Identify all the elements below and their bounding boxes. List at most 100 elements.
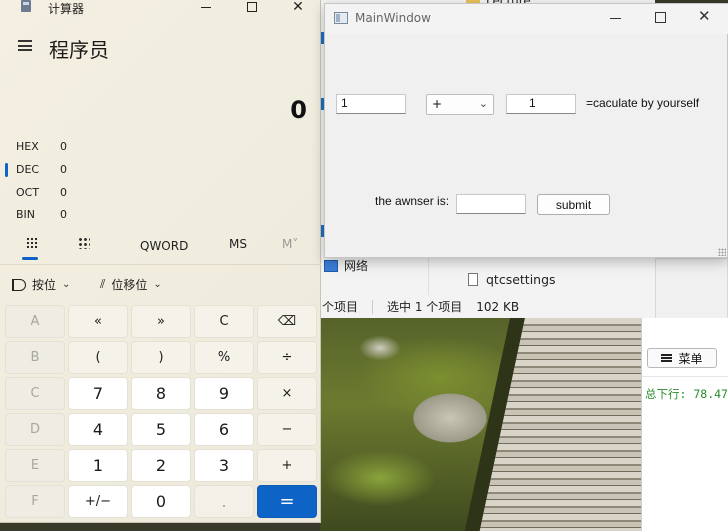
- logic-gate-icon: [12, 278, 26, 291]
- status-item-count: 个项目: [322, 300, 359, 314]
- calculator-titlebar[interactable]: 计算器 ✕: [0, 0, 321, 16]
- maximize-icon: [247, 2, 257, 12]
- answer-label: the awnser is:: [375, 194, 450, 208]
- key-0[interactable]: 0: [131, 485, 191, 518]
- key-hex-c[interactable]: C: [5, 377, 65, 410]
- operator-select[interactable]: + ⌄: [426, 94, 494, 115]
- menu-button-label: 菜单: [678, 351, 703, 366]
- bitshift-dropdown[interactable]: ⫽ 位移位 ⌄: [100, 276, 162, 293]
- resize-grip[interactable]: [718, 248, 726, 256]
- active-tab-indicator: [22, 257, 38, 260]
- key-backspace[interactable]: ⌫: [257, 305, 317, 338]
- bitshift-icon: ⫽: [100, 277, 106, 291]
- memory-store-button[interactable]: MS: [229, 237, 247, 251]
- key-hex-b[interactable]: B: [5, 341, 65, 374]
- radix-value: 0: [60, 208, 67, 221]
- minimize-icon: [201, 6, 211, 8]
- key-close-paren[interactable]: ): [131, 341, 191, 374]
- key-equals[interactable]: =: [257, 485, 317, 518]
- key-3[interactable]: 3: [194, 449, 254, 482]
- navigation-menu-icon[interactable]: [18, 40, 32, 51]
- radix-label: DEC: [16, 163, 40, 176]
- key-hex-e[interactable]: E: [5, 449, 65, 482]
- radix-dec[interactable]: DEC 0: [16, 163, 67, 179]
- chevron-down-icon: ⌄: [153, 279, 162, 290]
- radix-label: BIN: [16, 208, 36, 221]
- close-button[interactable]: ✕: [698, 7, 711, 25]
- bit-toggle-keypad-icon[interactable]: [78, 237, 90, 249]
- minimize-button[interactable]: [196, 0, 216, 14]
- calculator-keypad: A « » C ⌫ B ( ) % ÷ C 7 8 9 × D 4 5 6 − …: [5, 305, 318, 520]
- key-hex-a[interactable]: A: [5, 305, 65, 338]
- pane-divider[interactable]: [428, 258, 429, 298]
- bitwise-label: 按位: [32, 278, 57, 292]
- key-hex-f[interactable]: F: [5, 485, 65, 518]
- status-size: 102 KB: [476, 299, 520, 314]
- main-window: MainWindow ✕ 1 + ⌄ 1 =caculate by yourse…: [324, 3, 728, 258]
- key-1[interactable]: 1: [68, 449, 128, 482]
- key-hex-d[interactable]: D: [5, 413, 65, 446]
- close-button[interactable]: ✕: [288, 0, 308, 14]
- equals-label: =caculate by yourself: [586, 96, 700, 110]
- radix-label: HEX: [16, 140, 39, 153]
- key-shift-right[interactable]: »: [131, 305, 191, 338]
- key-decimal[interactable]: .: [194, 485, 254, 518]
- divider: [642, 376, 728, 377]
- file-name: qtcsettings: [486, 272, 556, 287]
- key-9[interactable]: 9: [194, 377, 254, 410]
- calculator-window: 计算器 ✕ 程序员 0 HEX 0 DEC 0 OCT 0 BIN 0 QWOR…: [0, 0, 321, 523]
- key-clear[interactable]: C: [194, 305, 254, 338]
- calculator-mode-title: 程序员: [49, 38, 109, 62]
- file-item-qtcsettings[interactable]: qtcsettings: [468, 272, 556, 287]
- key-7[interactable]: 7: [68, 377, 128, 410]
- second-operand-input[interactable]: 1: [506, 94, 576, 114]
- network-icon: [324, 259, 338, 272]
- full-keypad-icon[interactable]: [26, 237, 38, 249]
- status-separator: [372, 299, 374, 314]
- operator-selected-value: +: [432, 97, 443, 111]
- answer-input[interactable]: [456, 194, 526, 214]
- hamburger-icon: [661, 354, 673, 362]
- submit-button[interactable]: submit: [537, 194, 610, 215]
- calculator-app-icon: [21, 0, 31, 12]
- minimize-button[interactable]: [610, 18, 621, 19]
- radix-oct[interactable]: OCT 0: [16, 186, 67, 202]
- nav-item-network[interactable]: 网络: [324, 257, 368, 274]
- bitwise-dropdown[interactable]: 按位 ⌄: [12, 276, 70, 293]
- key-6[interactable]: 6: [194, 413, 254, 446]
- key-multiply[interactable]: ×: [257, 377, 317, 410]
- close-icon: ✕: [292, 0, 304, 15]
- close-icon: ✕: [698, 7, 711, 25]
- radix-value: 0: [60, 163, 67, 176]
- key-negate[interactable]: +/−: [68, 485, 128, 518]
- qt-app-icon: [334, 12, 348, 24]
- key-8[interactable]: 8: [131, 377, 191, 410]
- key-4[interactable]: 4: [68, 413, 128, 446]
- word-size-button[interactable]: QWORD: [140, 239, 188, 253]
- download-speed: 总下行: 78.47M: [645, 387, 728, 401]
- maximize-button[interactable]: [242, 0, 262, 14]
- key-percent[interactable]: %: [194, 341, 254, 374]
- maximize-button[interactable]: [655, 12, 666, 23]
- calculator-tabs: QWORD MS M˅: [0, 232, 321, 260]
- key-5[interactable]: 5: [131, 413, 191, 446]
- menu-button[interactable]: 菜单: [647, 348, 717, 368]
- memory-recall-button[interactable]: M˅: [282, 237, 298, 251]
- download-tool-window: 菜单 总下行: 78.47M: [641, 318, 728, 531]
- key-open-paren[interactable]: (: [68, 341, 128, 374]
- divider: [0, 264, 321, 265]
- key-subtract[interactable]: −: [257, 413, 317, 446]
- key-add[interactable]: +: [257, 449, 317, 482]
- radix-hex[interactable]: HEX 0: [16, 140, 67, 156]
- operations-row: 按位 ⌄ ⫽ 位移位 ⌄: [0, 276, 321, 298]
- window-title: MainWindow: [355, 11, 431, 25]
- key-2[interactable]: 2: [131, 449, 191, 482]
- radix-value: 0: [60, 140, 67, 153]
- document-icon: [468, 273, 478, 286]
- main-window-titlebar[interactable]: MainWindow ✕: [325, 4, 728, 34]
- key-shift-left[interactable]: «: [68, 305, 128, 338]
- download-tool-panel: [655, 258, 728, 320]
- key-divide[interactable]: ÷: [257, 341, 317, 374]
- radix-bin[interactable]: BIN 0: [16, 208, 67, 224]
- first-operand-input[interactable]: 1: [336, 94, 406, 114]
